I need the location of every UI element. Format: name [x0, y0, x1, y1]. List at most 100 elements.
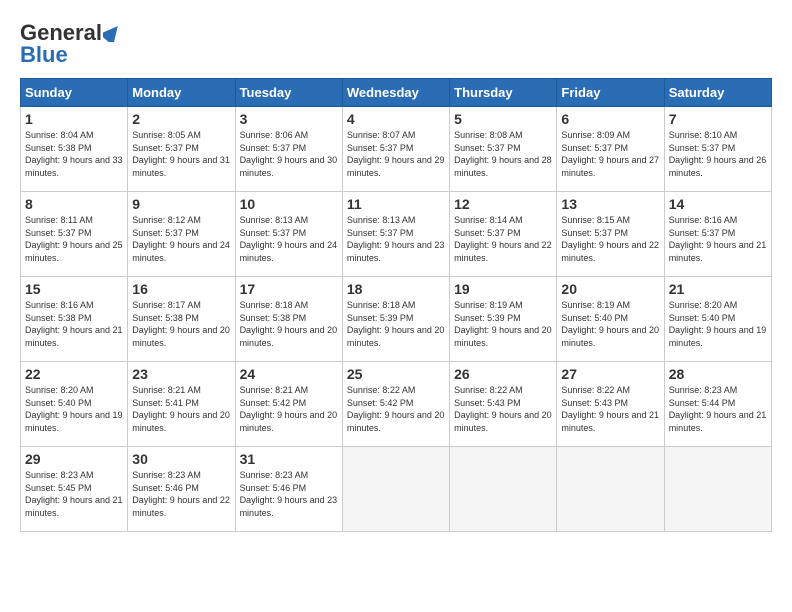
day-info: Sunrise: 8:15 AM Sunset: 5:37 PM Dayligh… [561, 214, 659, 264]
calendar-cell: 7 Sunrise: 8:10 AM Sunset: 5:37 PM Daylig… [664, 107, 771, 192]
weekday-header-monday: Monday [128, 79, 235, 107]
day-number: 29 [25, 451, 123, 467]
calendar-table: SundayMondayTuesdayWednesdayThursdayFrid… [20, 78, 772, 532]
day-info: Sunrise: 8:23 AM Sunset: 5:46 PM Dayligh… [132, 469, 230, 519]
calendar-cell [342, 447, 449, 532]
day-number: 1 [25, 111, 123, 127]
day-info: Sunrise: 8:18 AM Sunset: 5:38 PM Dayligh… [240, 299, 338, 349]
day-number: 13 [561, 196, 659, 212]
day-info: Sunrise: 8:20 AM Sunset: 5:40 PM Dayligh… [669, 299, 767, 349]
day-info: Sunrise: 8:22 AM Sunset: 5:43 PM Dayligh… [561, 384, 659, 434]
day-info: Sunrise: 8:12 AM Sunset: 5:37 PM Dayligh… [132, 214, 230, 264]
day-info: Sunrise: 8:22 AM Sunset: 5:42 PM Dayligh… [347, 384, 445, 434]
day-number: 18 [347, 281, 445, 297]
day-number: 4 [347, 111, 445, 127]
day-number: 27 [561, 366, 659, 382]
logo-triangle-icon [103, 24, 121, 42]
calendar-cell: 16 Sunrise: 8:17 AM Sunset: 5:38 PM Dayli… [128, 277, 235, 362]
day-info: Sunrise: 8:20 AM Sunset: 5:40 PM Dayligh… [25, 384, 123, 434]
day-number: 19 [454, 281, 552, 297]
day-number: 9 [132, 196, 230, 212]
week-row-1: 1 Sunrise: 8:04 AM Sunset: 5:38 PM Daylig… [21, 107, 772, 192]
day-number: 11 [347, 196, 445, 212]
calendar-cell: 23 Sunrise: 8:21 AM Sunset: 5:41 PM Dayli… [128, 362, 235, 447]
day-info: Sunrise: 8:07 AM Sunset: 5:37 PM Dayligh… [347, 129, 445, 179]
day-number: 12 [454, 196, 552, 212]
week-row-2: 8 Sunrise: 8:11 AM Sunset: 5:37 PM Daylig… [21, 192, 772, 277]
calendar-cell: 8 Sunrise: 8:11 AM Sunset: 5:37 PM Daylig… [21, 192, 128, 277]
calendar-cell: 13 Sunrise: 8:15 AM Sunset: 5:37 PM Dayli… [557, 192, 664, 277]
day-info: Sunrise: 8:05 AM Sunset: 5:37 PM Dayligh… [132, 129, 230, 179]
day-number: 5 [454, 111, 552, 127]
day-number: 16 [132, 281, 230, 297]
day-number: 23 [132, 366, 230, 382]
calendar-cell: 9 Sunrise: 8:12 AM Sunset: 5:37 PM Daylig… [128, 192, 235, 277]
day-number: 3 [240, 111, 338, 127]
day-number: 22 [25, 366, 123, 382]
day-number: 7 [669, 111, 767, 127]
day-info: Sunrise: 8:08 AM Sunset: 5:37 PM Dayligh… [454, 129, 552, 179]
day-number: 30 [132, 451, 230, 467]
weekday-header-sunday: Sunday [21, 79, 128, 107]
week-row-3: 15 Sunrise: 8:16 AM Sunset: 5:38 PM Dayli… [21, 277, 772, 362]
week-row-4: 22 Sunrise: 8:20 AM Sunset: 5:40 PM Dayli… [21, 362, 772, 447]
day-number: 15 [25, 281, 123, 297]
day-number: 26 [454, 366, 552, 382]
calendar-cell: 22 Sunrise: 8:20 AM Sunset: 5:40 PM Dayli… [21, 362, 128, 447]
week-row-5: 29Sunrise: 8:23 AM Sunset: 5:45 PM Dayli… [21, 447, 772, 532]
page-header: General Blue [20, 20, 772, 68]
calendar-cell: 15 Sunrise: 8:16 AM Sunset: 5:38 PM Dayli… [21, 277, 128, 362]
calendar-cell: 21 Sunrise: 8:20 AM Sunset: 5:40 PM Dayli… [664, 277, 771, 362]
day-number: 24 [240, 366, 338, 382]
calendar-cell: 12Sunrise: 8:14 AM Sunset: 5:37 PM Dayli… [450, 192, 557, 277]
calendar-cell: 27 Sunrise: 8:22 AM Sunset: 5:43 PM Dayli… [557, 362, 664, 447]
day-number: 25 [347, 366, 445, 382]
day-info: Sunrise: 8:13 AM Sunset: 5:37 PM Dayligh… [240, 214, 338, 264]
weekday-header-tuesday: Tuesday [235, 79, 342, 107]
calendar-cell: 20 Sunrise: 8:19 AM Sunset: 5:40 PM Dayli… [557, 277, 664, 362]
day-info: Sunrise: 8:22 AM Sunset: 5:43 PM Dayligh… [454, 384, 552, 434]
calendar-cell: 18 Sunrise: 8:18 AM Sunset: 5:39 PM Dayli… [342, 277, 449, 362]
calendar-cell [557, 447, 664, 532]
weekday-header-saturday: Saturday [664, 79, 771, 107]
day-number: 8 [25, 196, 123, 212]
calendar-cell: 5 Sunrise: 8:08 AM Sunset: 5:37 PM Daylig… [450, 107, 557, 192]
calendar-cell: 4 Sunrise: 8:07 AM Sunset: 5:37 PM Daylig… [342, 107, 449, 192]
day-number: 10 [240, 196, 338, 212]
calendar-cell: 29Sunrise: 8:23 AM Sunset: 5:45 PM Dayli… [21, 447, 128, 532]
day-info: Sunrise: 8:10 AM Sunset: 5:37 PM Dayligh… [669, 129, 767, 179]
weekday-header-friday: Friday [557, 79, 664, 107]
day-info: Sunrise: 8:04 AM Sunset: 5:38 PM Dayligh… [25, 129, 123, 179]
logo: General Blue [20, 20, 122, 68]
day-info: Sunrise: 8:18 AM Sunset: 5:39 PM Dayligh… [347, 299, 445, 349]
weekday-header-row: SundayMondayTuesdayWednesdayThursdayFrid… [21, 79, 772, 107]
calendar-cell [450, 447, 557, 532]
day-info: Sunrise: 8:06 AM Sunset: 5:37 PM Dayligh… [240, 129, 338, 179]
day-number: 28 [669, 366, 767, 382]
day-info: Sunrise: 8:17 AM Sunset: 5:38 PM Dayligh… [132, 299, 230, 349]
calendar-cell: 1 Sunrise: 8:04 AM Sunset: 5:38 PM Daylig… [21, 107, 128, 192]
day-info: Sunrise: 8:09 AM Sunset: 5:37 PM Dayligh… [561, 129, 659, 179]
day-info: Sunrise: 8:23 AM Sunset: 5:44 PM Dayligh… [669, 384, 767, 434]
calendar-cell: 14Sunrise: 8:16 AM Sunset: 5:37 PM Dayli… [664, 192, 771, 277]
day-info: Sunrise: 8:16 AM Sunset: 5:38 PM Dayligh… [25, 299, 123, 349]
day-info: Sunrise: 8:23 AM Sunset: 5:46 PM Dayligh… [240, 469, 338, 519]
day-info: Sunrise: 8:21 AM Sunset: 5:41 PM Dayligh… [132, 384, 230, 434]
calendar-cell: 3 Sunrise: 8:06 AM Sunset: 5:37 PM Daylig… [235, 107, 342, 192]
calendar-cell: 10 Sunrise: 8:13 AM Sunset: 5:37 PM Dayli… [235, 192, 342, 277]
day-number: 21 [669, 281, 767, 297]
day-number: 31 [240, 451, 338, 467]
day-number: 17 [240, 281, 338, 297]
calendar-cell: 25 Sunrise: 8:22 AM Sunset: 5:42 PM Dayli… [342, 362, 449, 447]
calendar-cell: 30 Sunrise: 8:23 AM Sunset: 5:46 PM Dayli… [128, 447, 235, 532]
calendar-cell: 26 Sunrise: 8:22 AM Sunset: 5:43 PM Dayli… [450, 362, 557, 447]
day-info: Sunrise: 8:16 AM Sunset: 5:37 PM Dayligh… [669, 214, 767, 264]
day-info: Sunrise: 8:19 AM Sunset: 5:40 PM Dayligh… [561, 299, 659, 349]
day-number: 20 [561, 281, 659, 297]
day-info: Sunrise: 8:11 AM Sunset: 5:37 PM Dayligh… [25, 214, 123, 264]
day-info: Sunrise: 8:13 AM Sunset: 5:37 PM Dayligh… [347, 214, 445, 264]
day-info: Sunrise: 8:19 AM Sunset: 5:39 PM Dayligh… [454, 299, 552, 349]
day-number: 2 [132, 111, 230, 127]
calendar-cell: 11 Sunrise: 8:13 AM Sunset: 5:37 PM Dayli… [342, 192, 449, 277]
day-number: 6 [561, 111, 659, 127]
